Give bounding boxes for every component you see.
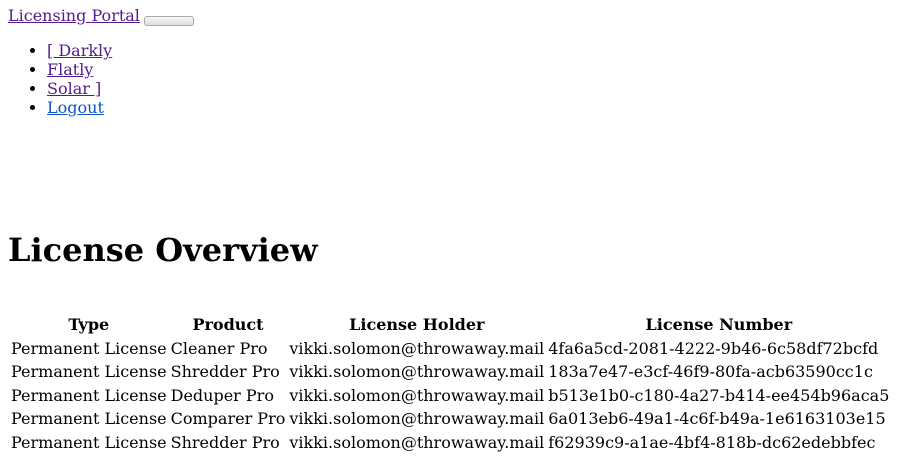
- cell-license-number: 4fa6a5cd-2081-4222-9b46-6c58df72bcfd: [548, 338, 879, 358]
- cell-type: Permanent License: [11, 385, 167, 405]
- table-row: Permanent License Comparer Pro vikki.sol…: [10, 408, 890, 430]
- cell-license-holder: vikki.solomon@throwaway.mail: [289, 338, 545, 358]
- table-row: Permanent License Cleaner Pro vikki.solo…: [10, 338, 890, 360]
- column-header-type: Type: [68, 315, 110, 334]
- nav-menu: [ Darkly Flatly Solar ] Logout: [0, 41, 112, 117]
- cell-type: Permanent License: [11, 409, 167, 428]
- cell-product: Shredder Pro: [170, 432, 280, 452]
- cell-product: Cleaner Pro: [170, 338, 268, 358]
- cell-license-holder: vikki.solomon@throwaway.mail: [289, 385, 545, 405]
- cell-type: Permanent License: [11, 362, 167, 381]
- theme-link-solar[interactable]: Solar ]: [47, 79, 101, 98]
- cell-license-holder: vikki.solomon@throwaway.mail: [289, 409, 545, 428]
- license-table-body: Permanent License Cleaner Pro vikki.solo…: [10, 338, 890, 454]
- cell-product: Comparer Pro: [170, 409, 286, 428]
- cell-product: Shredder Pro: [170, 362, 280, 381]
- theme-link-darkly[interactable]: [ Darkly: [47, 41, 112, 60]
- cell-license-number: b513e1b0-c180-4a27-b414-ee454b96aca5: [548, 385, 890, 405]
- cell-license-number: f62939c9-a1ae-4bf4-818b-dc62edebbfec: [548, 432, 876, 452]
- cell-license-holder: vikki.solomon@throwaway.mail: [289, 362, 545, 381]
- cell-license-holder: vikki.solomon@throwaway.mail: [289, 432, 545, 452]
- theme-link-flatly[interactable]: Flatly: [47, 60, 93, 79]
- column-header-product: Product: [192, 315, 264, 334]
- column-header-license-holder: License Holder: [349, 315, 485, 334]
- navbar-toggle-button[interactable]: [144, 16, 194, 26]
- brand-link[interactable]: Licensing Portal: [8, 6, 140, 26]
- table-row: Permanent License Shredder Pro vikki.sol…: [10, 361, 890, 383]
- page-title: License Overview: [8, 231, 318, 269]
- cell-product: Deduper Pro: [170, 385, 274, 405]
- nav-item-flatly: Flatly: [47, 60, 112, 79]
- table-row: Permanent License Shredder Pro vikki.sol…: [10, 432, 890, 454]
- license-table: Type Product License Holder License Numb…: [8, 312, 892, 455]
- nav-item-logout: Logout: [47, 98, 112, 117]
- cell-type: Permanent License: [11, 432, 167, 452]
- nav-item-solar: Solar ]: [47, 79, 112, 98]
- cell-type: Permanent License: [11, 338, 167, 358]
- cell-license-number: 6a013eb6-49a1-4c6f-b49a-1e6163103e15: [548, 409, 886, 428]
- cell-license-number: 183a7e47-e3cf-46f9-80fa-acb63590cc1c: [548, 362, 873, 381]
- table-row: Permanent License Deduper Pro vikki.solo…: [10, 385, 890, 407]
- nav-item-darkly: [ Darkly: [47, 41, 112, 60]
- license-table-head: Type Product License Holder License Numb…: [10, 314, 890, 336]
- column-header-license-number: License Number: [645, 315, 793, 334]
- table-header-row: Type Product License Holder License Numb…: [10, 314, 890, 336]
- logout-link[interactable]: Logout: [47, 98, 104, 117]
